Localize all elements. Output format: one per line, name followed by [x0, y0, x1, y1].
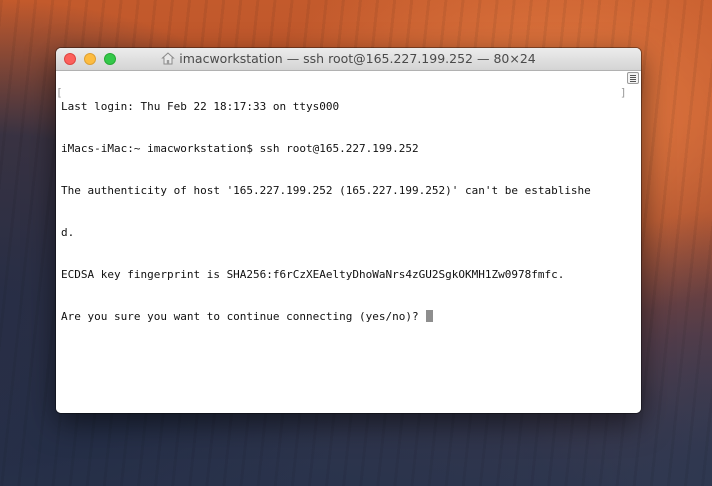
terminal-window: imacworkstation — ssh root@165.227.199.2… [56, 48, 641, 413]
terminal-line: ECDSA key fingerprint is SHA256:f6rCzXEA… [61, 268, 565, 281]
terminal-line: iMacs-iMac:~ imacworkstation$ ssh root@1… [61, 142, 419, 155]
window-title-text: imacworkstation — ssh root@165.227.199.2… [179, 51, 536, 66]
title-bar[interactable]: imacworkstation — ssh root@165.227.199.2… [56, 48, 641, 71]
terminal-line: Last login: Thu Feb 22 18:17:33 on ttys0… [61, 100, 340, 113]
terminal-line: d. [61, 226, 75, 239]
terminal-content[interactable]: [ ] Last login: Thu Feb 22 18:17:33 on t… [56, 71, 641, 413]
home-icon [161, 52, 176, 65]
terminal-prompt-line: Are you sure you want to continue connec… [61, 310, 626, 324]
window-title: imacworkstation — ssh root@165.227.199.2… [56, 48, 641, 70]
prompt-text: Are you sure you want to continue connec… [61, 310, 426, 323]
marks-indicator-icon[interactable] [627, 72, 639, 84]
cursor [426, 310, 434, 322]
terminal-line: The authenticity of host '165.227.199.25… [61, 184, 591, 197]
terminal-screen[interactable]: Last login: Thu Feb 22 18:17:33 on ttys0… [61, 72, 626, 407]
